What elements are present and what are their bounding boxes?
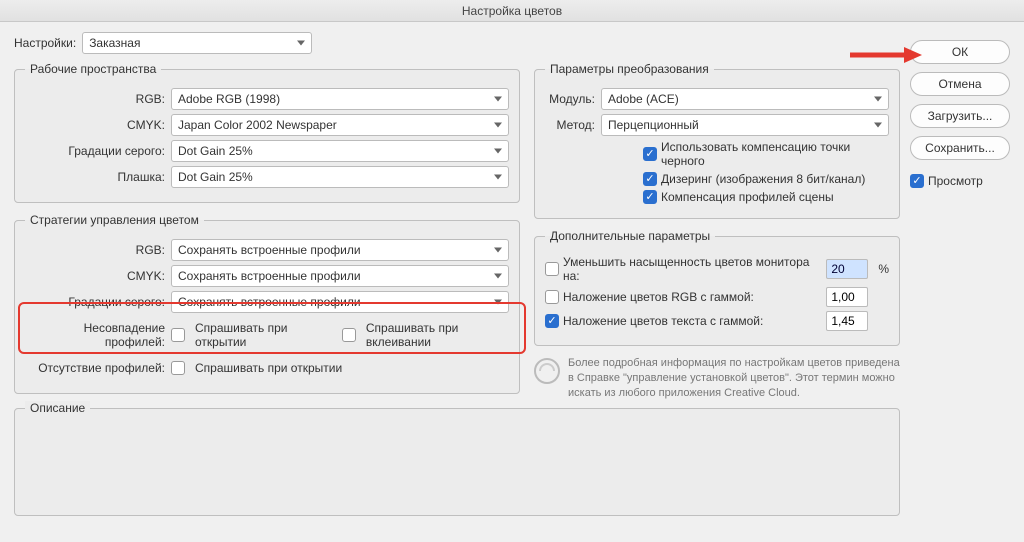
cmyk-value: Japan Color 2002 Newspaper [178, 118, 337, 132]
preview-label: Просмотр [928, 174, 983, 188]
workspaces-group: Рабочие пространства RGB: Adobe RGB (199… [14, 62, 520, 203]
missing-label: Отсутствие профилей: [25, 361, 171, 375]
ok-button[interactable]: ОК [910, 40, 1010, 64]
desat-input[interactable] [826, 259, 868, 279]
gray-label: Градации серого: [25, 144, 171, 158]
conversion-group: Параметры преобразования Модуль: Adobe (… [534, 62, 900, 219]
conversion-legend: Параметры преобразования [545, 62, 714, 76]
rgb-gamma-input[interactable] [826, 287, 868, 307]
policy-gray-select[interactable]: Сохранять встроенные профили [171, 291, 509, 313]
policies-legend: Стратегии управления цветом [25, 213, 204, 227]
dither-text: Дизеринг (изображения 8 бит/канал) [661, 172, 865, 186]
desat-checkbox[interactable] [545, 262, 559, 276]
rgb-gamma-checkbox[interactable] [545, 290, 559, 304]
policy-rgb-value: Сохранять встроенные профили [178, 243, 361, 257]
advanced-legend: Дополнительные параметры [545, 229, 715, 243]
policy-cmyk-value: Сохранять встроенные профили [178, 269, 361, 283]
preview-checkbox[interactable] [910, 174, 924, 188]
save-button[interactable]: Сохранить... [910, 136, 1010, 160]
load-button[interactable]: Загрузить... [910, 104, 1010, 128]
engine-label: Модуль: [545, 92, 601, 106]
scene-checkbox[interactable] [643, 190, 657, 204]
text-gamma-checkbox[interactable] [545, 314, 559, 328]
mismatch-open-text: Спрашивать при открытии [195, 321, 326, 349]
policy-rgb-select[interactable]: Сохранять встроенные профили [171, 239, 509, 261]
rgb-label: RGB: [25, 92, 171, 106]
missing-open-text: Спрашивать при открытии [195, 361, 342, 375]
bpc-checkbox[interactable] [643, 147, 657, 161]
cmyk-label: CMYK: [25, 118, 171, 132]
policy-rgb-label: RGB: [25, 243, 171, 257]
rgb-select[interactable]: Adobe RGB (1998) [171, 88, 509, 110]
intent-value: Перцепционный [608, 118, 699, 132]
policy-gray-label: Градации серого: [25, 295, 171, 309]
gray-value: Dot Gain 25% [178, 144, 253, 158]
policy-cmyk-select[interactable]: Сохранять встроенные профили [171, 265, 509, 287]
description-box: Описание [14, 408, 900, 516]
policy-cmyk-label: CMYK: [25, 269, 171, 283]
policies-group: Стратегии управления цветом RGB: Сохраня… [14, 213, 520, 394]
rgb-value: Adobe RGB (1998) [178, 92, 280, 106]
cmyk-select[interactable]: Japan Color 2002 Newspaper [171, 114, 509, 136]
mismatch-paste-text: Спрашивать при вклеивании [366, 321, 509, 349]
spot-select[interactable]: Dot Gain 25% [171, 166, 509, 188]
mismatch-label: Несовпадение профилей: [25, 321, 171, 349]
description-legend: Описание [25, 401, 90, 415]
dither-checkbox[interactable] [643, 172, 657, 186]
desat-suffix: % [878, 262, 889, 276]
rgb-gamma-label: Наложение цветов RGB с гаммой: [563, 290, 754, 304]
intent-label: Метод: [545, 118, 601, 132]
advanced-group: Дополнительные параметры Уменьшить насыщ… [534, 229, 900, 346]
bpc-text: Использовать компенсацию точки черного [661, 140, 889, 168]
desat-label: Уменьшить насыщенность цветов монитора н… [563, 255, 822, 283]
intent-select[interactable]: Перцепционный [601, 114, 889, 136]
settings-value: Заказная [89, 36, 140, 50]
mismatch-paste-checkbox[interactable] [342, 328, 356, 342]
help-text: Более подробная информация по настройкам… [568, 356, 900, 401]
spot-value: Dot Gain 25% [178, 170, 253, 184]
engine-select[interactable]: Adobe (ACE) [601, 88, 889, 110]
globe-icon [534, 358, 560, 384]
cancel-button[interactable]: Отмена [910, 72, 1010, 96]
settings-label: Настройки: [14, 36, 76, 50]
scene-text: Компенсация профилей сцены [661, 190, 834, 204]
workspaces-legend: Рабочие пространства [25, 62, 161, 76]
window-title: Настройка цветов [0, 0, 1024, 22]
missing-open-checkbox[interactable] [171, 361, 185, 375]
settings-select[interactable]: Заказная [82, 32, 312, 54]
policy-gray-value: Сохранять встроенные профили [178, 295, 361, 309]
mismatch-open-checkbox[interactable] [171, 328, 185, 342]
text-gamma-label: Наложение цветов текста с гаммой: [563, 314, 763, 328]
engine-value: Adobe (ACE) [608, 92, 679, 106]
spot-label: Плашка: [25, 170, 171, 184]
gray-select[interactable]: Dot Gain 25% [171, 140, 509, 162]
help-text-block: Более подробная информация по настройкам… [534, 356, 900, 401]
text-gamma-input[interactable] [826, 311, 868, 331]
